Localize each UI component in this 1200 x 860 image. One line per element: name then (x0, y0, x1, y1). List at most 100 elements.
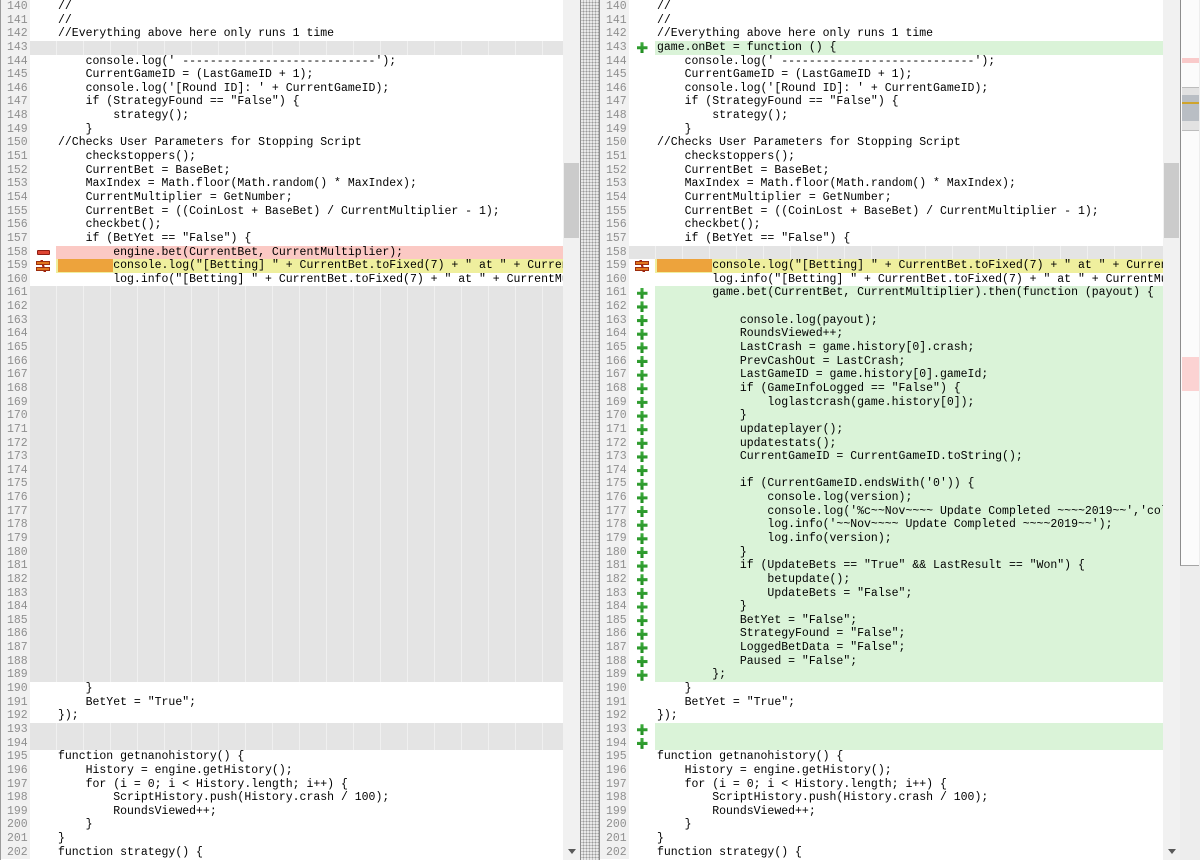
code-line-left-147: 147 if (StrategyFound == "False") { (1, 95, 563, 109)
diff-gutter (30, 273, 56, 287)
diff-gutter (30, 123, 56, 137)
line-number: 181 (600, 559, 629, 573)
left-pane-scrollbar[interactable] (563, 0, 580, 860)
code-text: log.info("[Betting] " + CurrentBet.toFix… (655, 273, 1163, 287)
code-line-right-197: 197 for (i = 0; i < History.length; i++)… (600, 778, 1163, 792)
line-number: 190 (600, 682, 629, 696)
diff-gutter (30, 382, 56, 396)
line-number: 193 (600, 723, 629, 737)
code-line-left-184: 184 (1, 600, 563, 614)
line-number: 153 (600, 177, 629, 191)
plus-icon (637, 315, 648, 326)
right-scrollbar-down-arrow-icon[interactable] (1163, 845, 1180, 858)
code-text: updatestats(); (655, 437, 1163, 451)
line-number: 199 (1, 805, 30, 819)
pane-splitter[interactable] (580, 0, 599, 860)
diff-gutter (30, 450, 56, 464)
diff-gutter (30, 177, 56, 191)
diff-gutter (629, 191, 655, 205)
diff-gutter (30, 750, 56, 764)
left-scrollbar-down-arrow-icon[interactable] (563, 845, 580, 858)
code-line-left-197: 197 for (i = 0; i < History.length; i++)… (1, 778, 563, 792)
line-number: 189 (1, 668, 30, 682)
diff-gutter (629, 641, 655, 655)
code-text: MaxIndex = Math.floor(Math.random() * Ma… (655, 177, 1163, 191)
diff-gutter (629, 396, 655, 410)
right-scrollbar-thumb[interactable] (1164, 163, 1179, 238)
right-pane-scrollbar[interactable] (1163, 0, 1180, 860)
right-pane: 140//141//142//Everything above here onl… (599, 0, 1163, 860)
code-text: }); (56, 709, 563, 723)
line-number: 166 (600, 355, 629, 369)
line-number: 174 (1, 464, 30, 478)
line-number: 173 (600, 450, 629, 464)
code-line-right-144: 144 console.log(' ----------------------… (600, 55, 1163, 69)
code-line-left-166: 166 (1, 355, 563, 369)
code-text (56, 396, 563, 410)
code-line-right-142: 142//Everything above here only runs 1 t… (600, 27, 1163, 41)
plus-icon (637, 465, 648, 476)
line-number: 147 (600, 95, 629, 109)
code-line-left-202: 202function strategy() { (1, 846, 563, 860)
code-text: ScriptHistory.push(History.crash / 100); (56, 791, 563, 805)
code-line-right-183: 183 UpdateBets = "False"; (600, 587, 1163, 601)
code-text: LoggedBetData = "False"; (655, 641, 1163, 655)
diff-gutter (30, 723, 56, 737)
code-line-left-194: 194 (1, 737, 563, 751)
neq-icon (36, 260, 50, 272)
code-line-right-161: 161 game.bet(CurrentBet, CurrentMultipli… (600, 286, 1163, 300)
code-line-right-157: 157 if (BetYet == "False") { (600, 232, 1163, 246)
code-line-right-196: 196 History = engine.getHistory(); (600, 764, 1163, 778)
diff-gutter (629, 382, 655, 396)
code-line-right-165: 165 LastCrash = game.history[0].crash; (600, 341, 1163, 355)
line-number: 166 (1, 355, 30, 369)
left-scrollbar-thumb[interactable] (564, 163, 579, 238)
line-number: 201 (600, 832, 629, 846)
code-line-left-172: 172 (1, 437, 563, 451)
line-number: 156 (600, 218, 629, 232)
code-text: } (655, 600, 1163, 614)
plus-icon (637, 424, 648, 435)
code-text (56, 286, 563, 300)
code-text: CurrentGameID = (LastGameID + 1); (56, 68, 563, 82)
code-text: if (UpdateBets == "True" && LastResult =… (655, 559, 1163, 573)
diff-gutter (629, 341, 655, 355)
code-line-left-185: 185 (1, 614, 563, 628)
code-text (56, 423, 563, 437)
line-number: 184 (600, 600, 629, 614)
line-number: 187 (1, 641, 30, 655)
code-line-left-164: 164 (1, 327, 563, 341)
line-number: 186 (1, 627, 30, 641)
code-text: console.log(' --------------------------… (655, 55, 1163, 69)
code-text: console.log(payout); (655, 314, 1163, 328)
code-line-left-171: 171 (1, 423, 563, 437)
line-number: 177 (1, 505, 30, 519)
diff-gutter (629, 464, 655, 478)
line-number: 200 (600, 818, 629, 832)
plus-icon (637, 342, 648, 353)
overview-changed-marker (1182, 102, 1199, 104)
diff-gutter (30, 546, 56, 560)
line-number: 155 (600, 205, 629, 219)
line-number: 169 (600, 396, 629, 410)
code-text: LastGameID = game.history[0].gameId; (655, 368, 1163, 382)
code-text: checkbet(); (56, 218, 563, 232)
code-line-right-178: 178 log.info('~~Nov~~~~ Update Completed… (600, 518, 1163, 532)
diff-gutter (30, 314, 56, 328)
line-number: 154 (1, 191, 30, 205)
diff-gutter (30, 587, 56, 601)
changed-indent-highlight (657, 259, 712, 272)
code-line-right-202: 202function strategy() { (600, 846, 1163, 860)
code-line-right-179: 179 log.info(version); (600, 532, 1163, 546)
overview-view-thumb[interactable] (1182, 87, 1199, 131)
code-text: CurrentGameID = (LastGameID + 1); (655, 68, 1163, 82)
overview-track[interactable] (1180, 0, 1199, 566)
diff-overview-bar[interactable] (1180, 0, 1200, 860)
changed-indent-highlight (58, 259, 113, 272)
code-line-left-167: 167 (1, 368, 563, 382)
line-number: 202 (1, 846, 30, 860)
plus-icon (637, 356, 648, 367)
diff-gutter (629, 246, 655, 260)
line-number: 141 (600, 14, 629, 28)
code-line-right-145: 145 CurrentGameID = (LastGameID + 1); (600, 68, 1163, 82)
